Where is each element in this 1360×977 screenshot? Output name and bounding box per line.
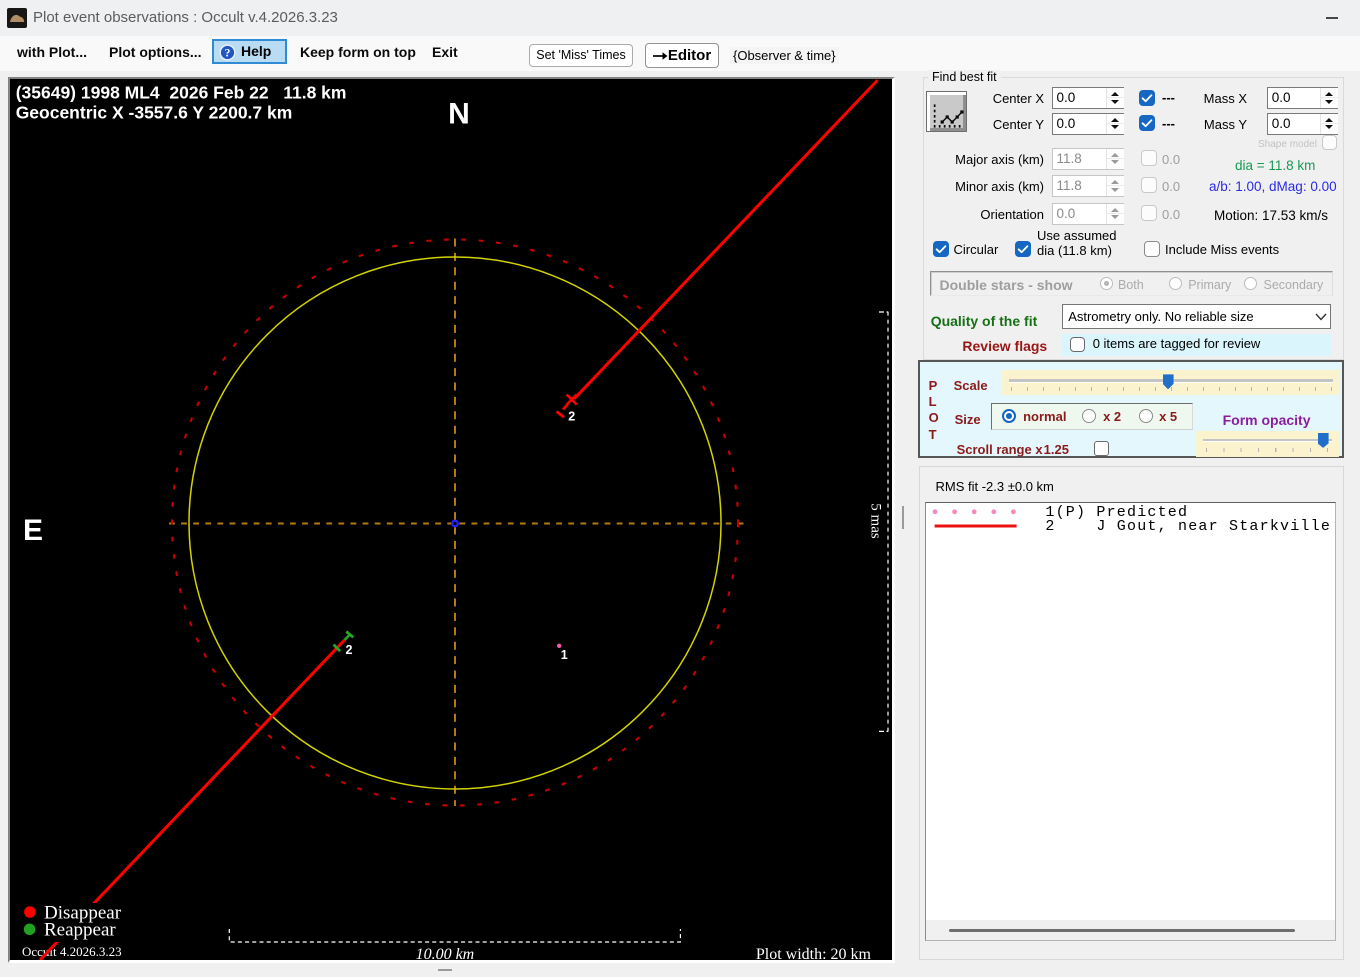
svg-text:2: 2	[568, 409, 575, 423]
svg-text:2: 2	[346, 643, 353, 657]
svg-text:10.00 km: 10.00 km	[416, 946, 475, 960]
svg-text:Plot width: 20 km: Plot width: 20 km	[756, 946, 872, 960]
svg-text:Reappear: Reappear	[44, 920, 116, 941]
svg-text:1: 1	[561, 648, 568, 662]
svg-text:(35649) 1998 ML4 2026 Feb 22: (35649) 1998 ML4 2026 Feb 22 11.8 km	[16, 83, 347, 103]
svg-text:N: N	[448, 98, 470, 131]
svg-text:E: E	[23, 514, 43, 547]
svg-text:?: ?	[225, 47, 231, 59]
svg-text:Geocentric X -3557.6 Y 2200.7: Geocentric X -3557.6 Y 2200.7 km	[16, 103, 293, 123]
svg-text:5 mas: 5 mas	[868, 503, 884, 539]
svg-text:Occult 4.2026.3.23: Occult 4.2026.3.23	[22, 944, 122, 959]
